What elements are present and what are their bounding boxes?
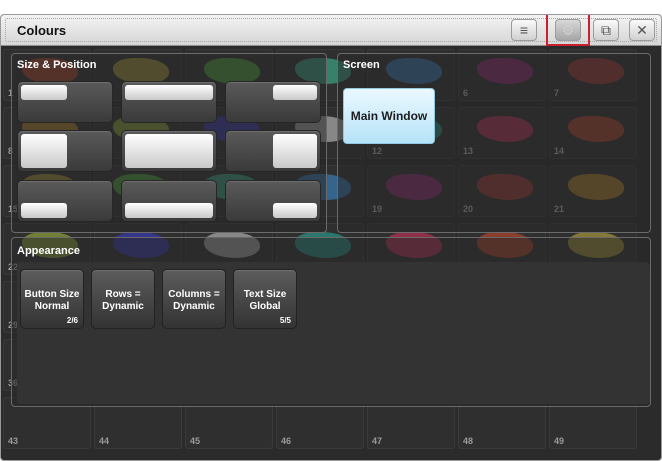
size-bottom-right-button[interactable] (225, 180, 321, 222)
palette-cell-number: 47 (372, 436, 383, 446)
size-preview (273, 85, 317, 100)
text-size-value: 5/5 (279, 316, 291, 325)
size-top-left-button[interactable] (17, 81, 113, 123)
size-preview (273, 134, 317, 168)
button-size-button[interactable]: Button Size Normal 2/6 (20, 269, 84, 329)
size-position-title: Size & Position (17, 59, 97, 71)
main-window-button[interactable]: Main Window (343, 88, 435, 144)
text-size-button[interactable]: Text Size Global 5/5 (233, 269, 297, 329)
button-size-label: Button Size Normal (24, 289, 80, 312)
size-left-half-button[interactable] (17, 130, 113, 172)
size-right-half-button[interactable] (225, 130, 321, 172)
size-bottom-full-button[interactable] (121, 180, 217, 222)
size-preview (273, 203, 317, 218)
size-top-full-button[interactable] (121, 81, 217, 123)
appearance-title: Appearance (17, 245, 80, 257)
palette-cell-number: 44 (99, 436, 110, 446)
palette-cell-number: 45 (190, 436, 201, 446)
close-icon: ✕ (636, 22, 648, 38)
window-title: Colours (17, 23, 67, 38)
maximize-button[interactable]: ⧉ (593, 19, 619, 41)
size-preview (125, 134, 213, 168)
size-bottom-left-button[interactable] (17, 180, 113, 222)
size-full-screen-button[interactable] (121, 130, 217, 172)
columns-label: Columns = Dynamic (168, 289, 220, 312)
palette-cell-number: 49 (554, 436, 565, 446)
size-preview (21, 85, 67, 100)
close-button[interactable]: ✕ (629, 19, 655, 41)
size-preview (21, 203, 67, 218)
settings-highlight-box (546, 15, 590, 46)
maximize-icon: ⧉ (601, 22, 611, 38)
menu-button[interactable]: ≡ (511, 19, 537, 41)
appearance-content: Button Size Normal 2/6 Rows = Dynamic Co… (17, 262, 650, 404)
hamburger-icon: ≡ (519, 22, 529, 38)
rows-label: Rows = Dynamic (102, 289, 144, 312)
colours-window: 1234567891011121314151617181920212223242… (0, 14, 662, 461)
screen-title: Screen (343, 59, 380, 71)
columns-button[interactable]: Columns = Dynamic (162, 269, 226, 329)
size-preview (125, 203, 213, 218)
screen-panel: Screen Main Window (337, 53, 651, 233)
size-preview (125, 85, 213, 100)
size-top-right-button[interactable] (225, 81, 321, 123)
size-position-panel: Size & Position (11, 53, 327, 233)
rows-button[interactable]: Rows = Dynamic (91, 269, 155, 329)
title-bar: Colours ≡ ⚙ ⧉ ✕ (1, 15, 661, 46)
palette-cell-number: 46 (281, 436, 292, 446)
appearance-panel: Appearance Button Size Normal 2/6 Rows =… (11, 237, 651, 407)
palette-cell-number: 48 (463, 436, 474, 446)
size-preview (21, 134, 67, 168)
palette-cell-number: 43 (8, 436, 19, 446)
button-size-value: 2/6 (66, 316, 78, 325)
text-size-label: Text Size Global (243, 289, 287, 312)
